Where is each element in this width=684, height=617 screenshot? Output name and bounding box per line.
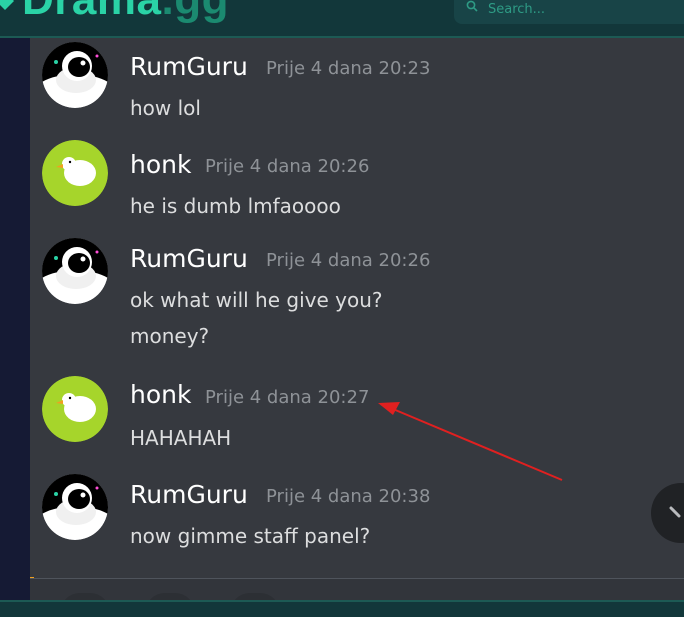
message-text: how lol (130, 96, 201, 120)
logo-icon (0, 0, 14, 10)
scroll-to-bottom-button[interactable] (651, 483, 684, 543)
search-icon (466, 0, 478, 12)
message-text: ok what will he give you? (130, 288, 383, 312)
message-timestamp: Prije 4 dana 20:26 (205, 156, 370, 177)
chevron-icon (669, 506, 681, 518)
message-timestamp: Prije 4 dana 20:38 (266, 486, 431, 507)
astronaut-avatar[interactable] (42, 42, 108, 108)
goose-avatar[interactable] (42, 376, 108, 442)
search-placeholder: Search... (488, 2, 546, 17)
message-author[interactable]: RumGuru (130, 480, 248, 509)
message-author[interactable]: honk (130, 380, 191, 409)
message-text: HAHAHAH (130, 426, 232, 450)
bottom-bar (0, 600, 684, 617)
goose-avatar[interactable] (42, 140, 108, 206)
site-logo[interactable]: Drama.gg (22, 0, 229, 22)
message-timestamp: Prije 4 dana 20:27 (205, 387, 370, 408)
message-author[interactable]: RumGuru (130, 52, 248, 81)
message-text: money? (130, 324, 210, 348)
message-text: he is dumb lmfaoooo (130, 194, 341, 218)
astronaut-avatar[interactable] (42, 238, 108, 304)
chat-message: honk Prije 4 dana 20:27 HAHAHAH (30, 376, 670, 456)
astronaut-avatar[interactable] (42, 474, 108, 540)
chat-message: honk Prije 4 dana 20:26 he is dumb lmfao… (30, 140, 670, 220)
top-bar: Drama.gg Search... (0, 0, 684, 38)
message-composer[interactable] (30, 579, 684, 613)
chat-message: RumGuru Prije 4 dana 20:38 now gimme sta… (30, 474, 670, 554)
left-rail (0, 38, 30, 600)
message-text: now gimme staff panel? (130, 524, 371, 548)
message-author[interactable]: RumGuru (130, 244, 248, 273)
chat-message: RumGuru Prije 4 dana 20:23 how lol (30, 42, 670, 122)
message-timestamp: Prije 4 dana 20:23 (266, 58, 431, 79)
search-input[interactable]: Search... (454, 0, 684, 24)
message-author[interactable]: honk (130, 150, 191, 179)
chat-log: RumGuru Prije 4 dana 20:23 how lol honk … (30, 38, 684, 578)
message-timestamp: Prije 4 dana 20:26 (266, 250, 431, 271)
chat-message: RumGuru Prije 4 dana 20:26 ok what will … (30, 238, 670, 352)
